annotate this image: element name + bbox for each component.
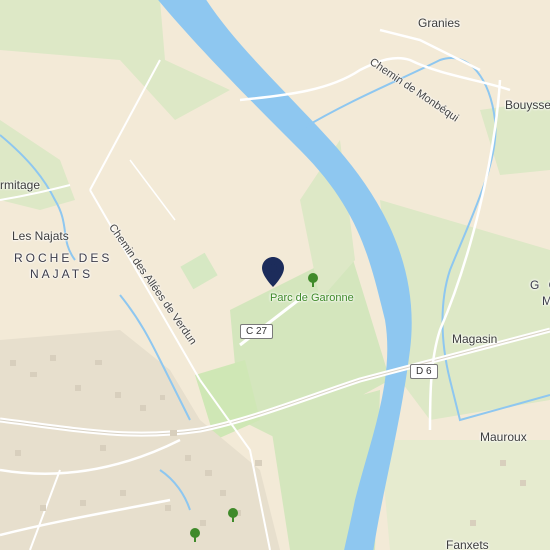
place-label-granies: Granies bbox=[418, 16, 461, 30]
place-label-roche-line1: ROCHE DES bbox=[14, 251, 113, 265]
road-shield-c27: C 27 bbox=[240, 324, 274, 339]
tree-icon bbox=[226, 508, 240, 527]
place-label-mauroux: Mauroux bbox=[480, 430, 527, 444]
tree-icon bbox=[306, 273, 320, 292]
place-label-roche-line2: NAJATS bbox=[30, 267, 94, 281]
green-area bbox=[380, 440, 550, 550]
place-label-bouysse: Bouysse bbox=[505, 98, 550, 112]
place-label-ermitage: rmitage bbox=[0, 178, 41, 192]
place-label-les-najats: Les Najats bbox=[12, 229, 69, 243]
place-label-go-line1: G O bbox=[530, 278, 550, 292]
tree-icon bbox=[188, 528, 202, 547]
place-label-magasin: Magasin bbox=[452, 332, 498, 346]
location-pin-icon[interactable] bbox=[262, 257, 284, 292]
place-label-go-line2: M bbox=[542, 294, 550, 308]
place-label-fanxets: Fanxets bbox=[446, 538, 489, 550]
road-shield-d6: D 6 bbox=[410, 364, 438, 379]
poi-label-parc-de-garonne[interactable]: Parc de Garonne bbox=[270, 292, 354, 304]
map-canvas[interactable]: Granies Bouysse rmitage Les Najats ROCHE… bbox=[0, 0, 550, 550]
